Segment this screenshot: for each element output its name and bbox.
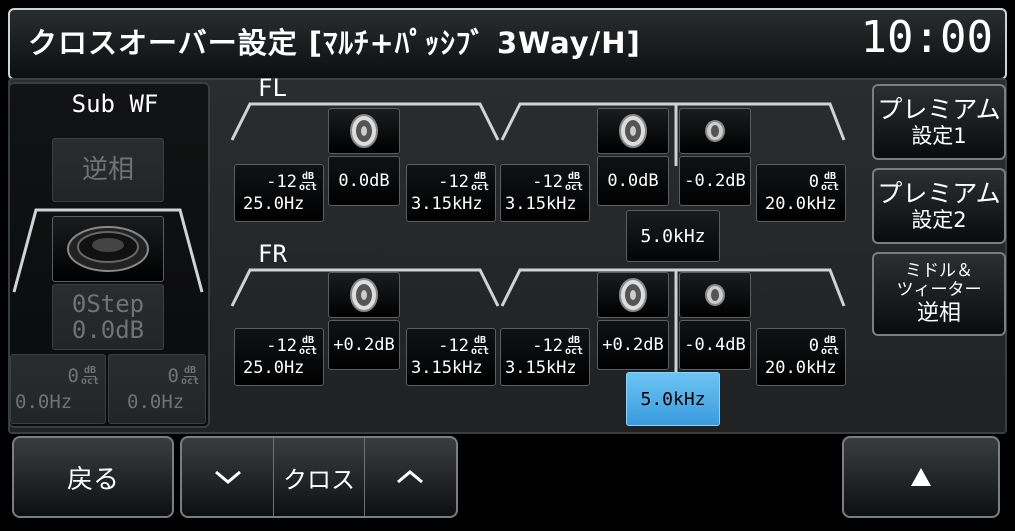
speaker-icon: [619, 278, 647, 312]
fl-woofer-gain-button[interactable]: 0.0dB: [328, 156, 400, 206]
fr-tweeter-gain-button[interactable]: -0.4dB: [679, 320, 751, 370]
slope-value: 0: [808, 336, 819, 356]
button-label: ツィーター: [896, 280, 982, 301]
fr-woofer-hpf-button[interactable]: -12 dB oct 25.0Hz: [234, 328, 324, 386]
subwoofer-hpf-button[interactable]: 0 dB oct 0.0Hz: [10, 354, 106, 424]
cross-selector: クロス: [180, 436, 458, 518]
slope-value: -12: [266, 336, 297, 356]
subwoofer-hpf-slope: 0: [67, 365, 79, 387]
fl-cross-freq-button[interactable]: 5.0kHz: [626, 210, 720, 262]
fl-mid-button[interactable]: [597, 108, 669, 154]
slope-value: -12: [438, 172, 469, 192]
subwoofer-lpf-freq: 0.0Hz: [127, 391, 185, 413]
freq-value: 3.15kHz: [411, 194, 483, 214]
button-label: プレミアム: [877, 94, 1001, 124]
fr-woofer-gain-button[interactable]: +0.2dB: [328, 320, 400, 370]
clock: 10:00: [860, 12, 993, 63]
subwoofer-speaker-icon: [67, 226, 149, 272]
gain-value: -0.2dB: [684, 171, 746, 191]
chevron-up-icon: [397, 470, 424, 484]
fr-woofer-lpf-button[interactable]: -12 dB oct 3.15kHz: [406, 328, 496, 386]
fr-tweeter-lpf-button[interactable]: 0 dB oct 20.0kHz: [756, 328, 846, 386]
down-button[interactable]: [182, 438, 273, 516]
db-oct-unit: dB oct: [298, 170, 317, 193]
freq-value: 25.0Hz: [243, 358, 305, 378]
fl-filter-curves: [230, 102, 846, 166]
slope-value: 0: [808, 172, 819, 192]
fr-mid-button[interactable]: [597, 272, 669, 318]
fr-cross-freq-button[interactable]: 5.0kHz: [626, 372, 720, 426]
fr-mid-hpf-button[interactable]: -12 dB oct 3.15kHz: [500, 328, 590, 386]
premium-setting-2-button[interactable]: プレミアム 設定2: [872, 168, 1006, 244]
freq-value: 20.0kHz: [765, 194, 837, 214]
fl-mid-gain-button[interactable]: 0.0dB: [597, 156, 669, 206]
page-title: クロスオーバー設定 [ﾏﾙﾁ+ﾊﾟｯｼﾌﾞ 3Way/H]: [28, 26, 641, 60]
db-oct-unit: dB oct: [564, 170, 583, 193]
freq-value: 3.15kHz: [505, 194, 577, 214]
subwoofer-step: 0Step: [71, 290, 145, 318]
subwoofer-gain: 0.0dB: [71, 316, 145, 344]
gain-value: 0.0dB: [338, 171, 390, 191]
chevron-down-icon: [214, 470, 241, 484]
button-label: プレミアム: [877, 178, 1001, 208]
freq-value: 5.0kHz: [640, 388, 706, 410]
db-oct-unit: dB oct: [820, 170, 839, 193]
triangle-up-icon: [911, 468, 931, 486]
freq-value: 3.15kHz: [411, 358, 483, 378]
freq-value: 25.0Hz: [243, 194, 305, 214]
subwoofer-level-button[interactable]: 0Step 0.0dB: [52, 284, 164, 350]
gain-value: 0.0dB: [607, 171, 659, 191]
mid-tweeter-invert-button[interactable]: ミドル＆ ツィーター 逆相: [872, 252, 1006, 336]
gain-value: +0.2dB: [333, 335, 395, 355]
panel-open-button[interactable]: [842, 436, 1000, 518]
fl-woofer-button[interactable]: [328, 108, 400, 154]
freq-value: 20.0kHz: [765, 358, 837, 378]
subwoofer-lpf-slope: 0: [167, 365, 179, 387]
button-label: ミドル＆: [905, 260, 973, 281]
tweeter-icon: [705, 284, 725, 306]
gain-value: -0.4dB: [684, 335, 746, 355]
fr-mid-gain-button[interactable]: +0.2dB: [597, 320, 669, 370]
speaker-icon: [350, 114, 378, 148]
subwoofer-speaker-button[interactable]: [52, 216, 164, 282]
db-oct-unit: dB oct: [80, 364, 99, 387]
freq-value: 3.15kHz: [505, 358, 577, 378]
slope-value: -12: [266, 172, 297, 192]
back-label: 戻る: [66, 464, 119, 495]
subwoofer-label: Sub WF: [71, 90, 159, 118]
db-oct-unit: dB oct: [820, 334, 839, 357]
fr-woofer-button[interactable]: [328, 272, 400, 318]
cross-label: クロス: [283, 465, 355, 494]
db-oct-unit: dB oct: [564, 334, 583, 357]
up-button[interactable]: [365, 438, 456, 516]
fl-woofer-hpf-button[interactable]: -12 dB oct 25.0Hz: [234, 164, 324, 222]
fl-tweeter-lpf-button[interactable]: 0 dB oct 20.0kHz: [756, 164, 846, 222]
slope-value: -12: [532, 336, 563, 356]
freq-value: 5.0kHz: [640, 225, 706, 247]
speaker-icon: [350, 278, 378, 312]
fl-tweeter-button[interactable]: [679, 108, 751, 154]
button-label: 逆相: [916, 300, 961, 326]
tweeter-icon: [705, 120, 725, 142]
fl-woofer-lpf-button[interactable]: -12 dB oct 3.15kHz: [406, 164, 496, 222]
button-label: 設定2: [911, 208, 967, 233]
slope-value: -12: [438, 336, 469, 356]
subwoofer-phase-label: 逆相: [81, 155, 134, 185]
speaker-icon: [619, 114, 647, 148]
fl-tweeter-gain-button[interactable]: -0.2dB: [679, 156, 751, 206]
db-oct-unit: dB oct: [470, 170, 489, 193]
subwoofer-phase-button[interactable]: 逆相: [52, 138, 164, 202]
gain-value: +0.2dB: [602, 335, 664, 355]
slope-value: -12: [532, 172, 563, 192]
button-label: 設定1: [911, 124, 967, 149]
premium-setting-1-button[interactable]: プレミアム 設定1: [872, 84, 1006, 160]
subwoofer-lpf-button[interactable]: 0 dB oct 0.0Hz: [108, 354, 206, 424]
subwoofer-hpf-freq: 0.0Hz: [15, 391, 73, 413]
fr-tweeter-button[interactable]: [679, 272, 751, 318]
db-oct-unit: dB oct: [470, 334, 489, 357]
db-oct-unit: dB oct: [180, 364, 199, 387]
fl-mid-hpf-button[interactable]: -12 dB oct 3.15kHz: [500, 164, 590, 222]
db-oct-unit: dB oct: [298, 334, 317, 357]
back-button[interactable]: 戻る: [12, 436, 174, 518]
